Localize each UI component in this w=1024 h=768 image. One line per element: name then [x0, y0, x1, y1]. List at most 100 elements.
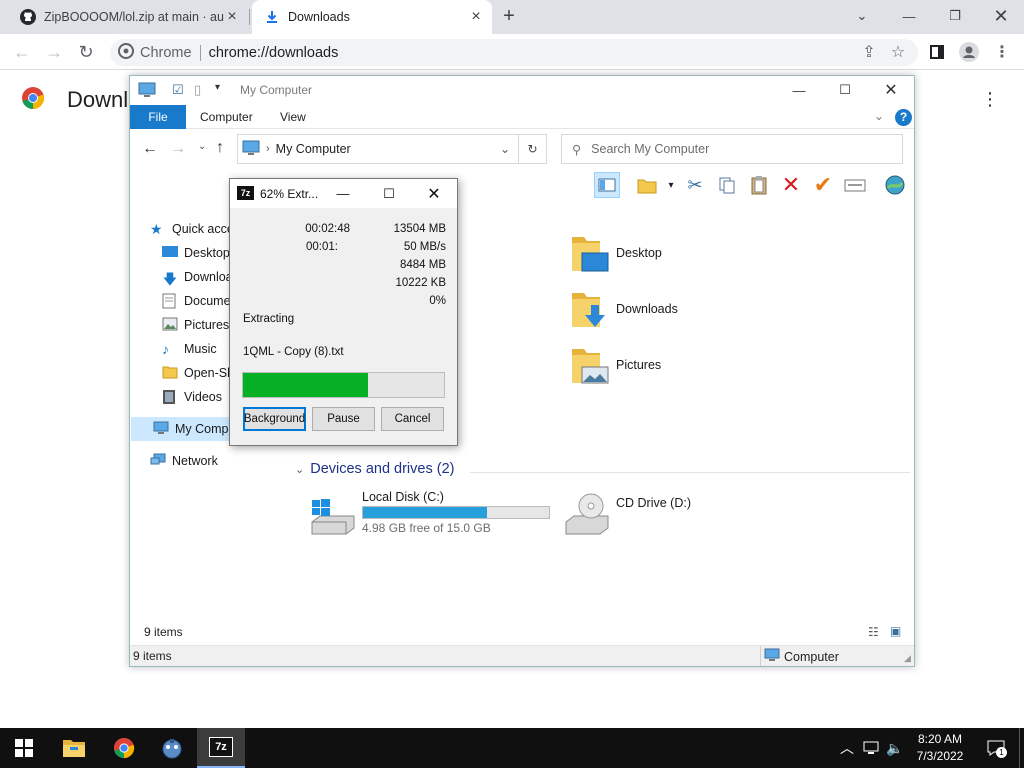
tab-downloads[interactable]: Downloads ×: [252, 0, 492, 34]
network-tray-icon[interactable]: [862, 738, 880, 758]
chevron-up-icon[interactable]: ︿: [838, 738, 856, 758]
tab-github[interactable]: ZipBOOOOM/lol.zip at main · au ×: [8, 0, 248, 34]
chrome-icon[interactable]: [100, 728, 148, 768]
close-icon[interactable]: ✕: [868, 76, 914, 104]
close-icon[interactable]: ×: [468, 9, 484, 25]
reload-icon[interactable]: ↻: [74, 40, 98, 64]
music-note-icon: ♪: [162, 341, 169, 357]
background-button[interactable]: Background: [243, 407, 306, 431]
address-bar[interactable]: › My Computer ⌄: [237, 134, 519, 164]
nav-label: Documents: [184, 294, 230, 308]
back-arrow-icon[interactable]: ←: [10, 40, 34, 64]
dropdown-icon[interactable]: ▾: [658, 172, 684, 198]
dialog-title: 62% Extr...: [260, 187, 319, 201]
search-input[interactable]: ⚲ Search My Computer: [561, 134, 903, 164]
notification-badge: 1: [996, 747, 1007, 758]
ribbon-tab-file[interactable]: File: [130, 105, 186, 129]
help-icon[interactable]: ?: [895, 109, 912, 126]
nav-item-downloads[interactable]: 🡇 Downloads: [162, 265, 230, 289]
cut-icon[interactable]: ✂: [682, 172, 708, 198]
clock-time[interactable]: 8:20 AM: [912, 732, 968, 746]
chrome-icon: [118, 42, 134, 63]
drive-item-d[interactable]: CD Drive (D:): [564, 488, 764, 538]
nav-item-my-computer[interactable]: My Computer: [131, 417, 230, 441]
omnibox-divider: [199, 44, 201, 61]
group-label: Devices and drives (2): [310, 461, 455, 477]
profile-icon[interactable]: [957, 40, 981, 64]
back-arrow-icon[interactable]: ←: [142, 140, 158, 158]
navigation-pane-icon[interactable]: [594, 172, 620, 198]
properties-icon[interactable]: [842, 172, 868, 198]
details-view-icon[interactable]: ☷: [868, 625, 879, 639]
clock-date[interactable]: 7/3/2022: [912, 749, 968, 763]
share-icon[interactable]: ⇪: [857, 40, 881, 64]
chevron-down-icon[interactable]: ⌄: [839, 0, 885, 32]
minimize-icon[interactable]: —: [886, 0, 932, 32]
breadcrumb-chevron-icon: ›: [266, 143, 270, 155]
show-desktop-button[interactable]: [1019, 728, 1020, 768]
nav-item-documents[interactable]: Documents: [162, 289, 230, 313]
drive-label: Local Disk (C:): [362, 490, 444, 504]
ribbon-tab-view[interactable]: View: [280, 105, 306, 129]
star-icon[interactable]: ☆: [886, 40, 910, 64]
close-icon[interactable]: ✕: [978, 0, 1024, 32]
address-dropdown-icon[interactable]: ⌄: [500, 142, 510, 156]
nav-item-desktop[interactable]: Desktop: [162, 241, 230, 265]
notification-icon[interactable]: 1: [984, 738, 1008, 758]
nav-item-network[interactable]: Network: [150, 449, 240, 473]
network-globe-icon[interactable]: [882, 172, 908, 198]
omnibox[interactable]: Chrome chrome://downloads: [110, 39, 918, 66]
recent-locations-icon[interactable]: ⌄: [198, 141, 206, 152]
file-explorer-icon[interactable]: [50, 728, 98, 768]
up-arrow-icon[interactable]: ↑: [216, 139, 224, 157]
volume-icon[interactable]: 🔈: [886, 738, 904, 758]
drive-item-c[interactable]: Local Disk (C:) 4.98 GB free of 15.0 GB: [310, 488, 550, 538]
nav-item-videos[interactable]: Videos: [162, 385, 230, 409]
new-folder-icon[interactable]: ▯: [194, 82, 201, 98]
paste-icon[interactable]: [746, 172, 772, 198]
cancel-button[interactable]: Cancel: [381, 407, 444, 431]
close-icon[interactable]: ✕: [411, 179, 457, 208]
window-title: My Computer: [240, 83, 313, 97]
resize-grip-icon[interactable]: ◢: [904, 653, 911, 664]
status-item-count: 9 items: [133, 649, 172, 663]
restore-icon[interactable]: ❐: [932, 0, 978, 32]
maximize-icon[interactable]: ☐: [366, 179, 412, 208]
forward-arrow-icon[interactable]: →: [170, 140, 186, 158]
new-tab-button[interactable]: +: [498, 6, 520, 28]
nav-item-quick-access[interactable]: ★ Quick access: [150, 217, 240, 241]
pause-button[interactable]: Pause: [312, 407, 375, 431]
checkmark-icon[interactable]: ✔: [810, 172, 836, 198]
customize-quick-access-icon[interactable]: ▾: [215, 82, 220, 93]
nav-item-open-shell[interactable]: Open-Shell: [162, 361, 230, 385]
new-folder-icon[interactable]: [634, 172, 660, 198]
maximize-icon[interactable]: ☐: [822, 76, 868, 104]
folder-item-desktop[interactable]: Desktop: [570, 229, 662, 277]
more-options-icon[interactable]: ⋮: [981, 88, 999, 110]
forward-arrow-icon[interactable]: →: [42, 40, 66, 64]
minimize-icon[interactable]: —: [776, 76, 822, 104]
expand-ribbon-icon[interactable]: ⌄: [874, 109, 884, 123]
devices-group-header[interactable]: ⌄ Devices and drives (2): [295, 461, 454, 477]
large-icons-view-icon[interactable]: ▣: [890, 624, 901, 638]
properties-icon[interactable]: ☑: [172, 82, 184, 98]
app-icon[interactable]: [148, 728, 196, 768]
copy-icon[interactable]: [714, 172, 740, 198]
folder-item-downloads[interactable]: Downloads: [570, 285, 678, 333]
side-panel-icon[interactable]: [925, 40, 949, 64]
pictures-icon: [162, 317, 178, 333]
menu-dots-icon[interactable]: ⋮: [990, 40, 1014, 64]
ribbon-tab-computer[interactable]: Computer: [200, 105, 253, 129]
close-icon[interactable]: ×: [224, 9, 240, 25]
7zip-icon[interactable]: 7z: [197, 728, 245, 768]
start-button[interactable]: [0, 728, 48, 768]
folder-item-pictures[interactable]: Pictures: [570, 341, 661, 389]
refresh-icon[interactable]: ↻: [519, 134, 547, 164]
nav-item-pictures[interactable]: Pictures: [162, 313, 230, 337]
delete-icon[interactable]: ✕: [778, 172, 804, 198]
nav-item-music[interactable]: ♪ Music: [162, 337, 230, 361]
github-icon: [20, 9, 36, 25]
ribbon-tabs: File Computer View ⌄ ?: [130, 105, 914, 129]
minimize-icon[interactable]: —: [320, 179, 366, 208]
tab-title: Downloads: [288, 10, 350, 24]
